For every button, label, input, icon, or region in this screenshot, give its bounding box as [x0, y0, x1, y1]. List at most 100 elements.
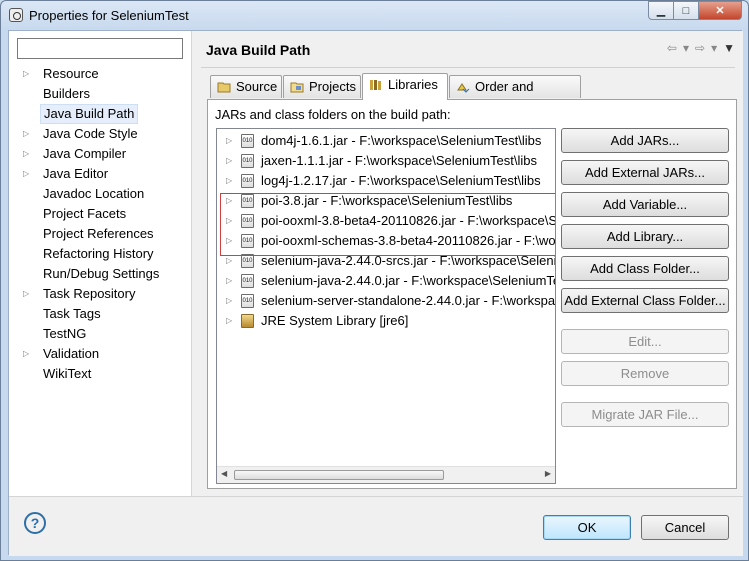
- maximize-button[interactable]: □: [674, 1, 699, 20]
- dialog-body: ▷ Resource Builders Java Build Path ▷ Java Co…: [8, 30, 743, 556]
- help-icon[interactable]: ?: [24, 512, 46, 534]
- back-menu-chevron-icon[interactable]: ▾: [683, 41, 689, 55]
- build-path-entry[interactable]: ▷ 010 selenium-server-standalone-2.44.0.ja…: [217, 291, 556, 311]
- nav-item-label: Javadoc Location: [43, 186, 145, 201]
- settings-icon: [9, 8, 23, 22]
- nav-item-label: Java Code Style: [43, 126, 138, 141]
- build-path-caption: JARs and class folders on the build path…: [215, 107, 451, 122]
- nav-item-label: Task Tags: [43, 306, 101, 321]
- page-navigation: ⇦ ▾ ⇨ ▾ ▼: [667, 41, 735, 55]
- action-button[interactable]: Add Class Folder...: [561, 256, 729, 281]
- action-button[interactable]: Add JARs...: [561, 128, 729, 153]
- expand-arrow-icon[interactable]: ▷: [226, 171, 232, 191]
- tab-libraries-label: Libraries: [388, 77, 438, 92]
- minimize-button[interactable]: ▁: [648, 1, 674, 20]
- back-arrow-icon[interactable]: ⇦: [667, 41, 677, 55]
- cancel-button[interactable]: Cancel: [641, 515, 729, 540]
- build-path-entry[interactable]: ▷ 010 log4j-1.2.17.jar - F:\workspace\Sele…: [217, 171, 555, 191]
- tab-source[interactable]: Source: [210, 75, 282, 98]
- expand-arrow-icon[interactable]: ▷: [226, 291, 232, 311]
- libraries-icon: [370, 80, 381, 90]
- window-title: Properties for SeleniumTest: [29, 8, 189, 23]
- library-icon: [241, 314, 254, 328]
- entry-label: selenium-java-2.44.0.jar - F:\workspace\…: [261, 273, 555, 288]
- tab-projects[interactable]: Projects: [283, 75, 361, 98]
- horizontal-scrollbar[interactable]: ◀ ▶: [217, 466, 555, 483]
- nav-item-label: Project Facets: [43, 206, 127, 221]
- action-button[interactable]: Add Library...: [561, 224, 729, 249]
- nav-item-label: Task Repository: [43, 286, 136, 301]
- entry-label: log4j-1.2.17.jar - F:\workspace\Selenium…: [261, 173, 541, 188]
- action-button[interactable]: Add External Class Folder...: [561, 288, 729, 313]
- page-title: Java Build Path: [206, 42, 311, 58]
- build-path-entry[interactable]: ▷ JRE System Library [jre6]: [217, 311, 555, 331]
- expand-arrow-icon[interactable]: ▷: [226, 271, 232, 291]
- entry-label: JRE System Library [jre6]: [261, 313, 409, 328]
- projects-icon: [290, 82, 304, 93]
- scroll-left-icon[interactable]: ◀: [221, 469, 227, 478]
- nav-item-label: Java Build Path: [40, 104, 139, 124]
- nav-item-label: WikiText: [43, 366, 92, 381]
- nav-item-label: TestNG: [43, 326, 87, 341]
- expand-arrow-icon[interactable]: ▷: [226, 151, 232, 171]
- build-path-list[interactable]: ▷ 010 dom4j-1.6.1.jar - F:\workspace\Selen…: [216, 128, 556, 484]
- close-button[interactable]: ✕: [699, 1, 742, 20]
- entry-label: dom4j-1.6.1.jar - F:\workspace\SeleniumT…: [261, 133, 542, 148]
- jar-icon: 010: [241, 154, 254, 168]
- entry-label: selenium-server-standalone-2.44.0.jar - …: [261, 293, 556, 308]
- jar-icon: 010: [241, 134, 254, 148]
- expand-arrow-icon[interactable]: ▷: [23, 64, 33, 84]
- nav-item-label: Java Editor: [43, 166, 109, 181]
- expand-arrow-icon[interactable]: ▷: [23, 344, 33, 364]
- nav-item-label: Builders: [43, 86, 90, 101]
- tab-source-label: Source: [236, 79, 278, 94]
- tab-libraries[interactable]: Libraries: [362, 73, 448, 100]
- scrollbar-thumb[interactable]: [234, 470, 444, 480]
- nav-item-label: Validation: [43, 346, 100, 361]
- nav-item-label: Java Compiler: [43, 146, 127, 161]
- jar-icon: 010: [241, 254, 254, 268]
- nav-pane: ▷ Resource Builders Java Build Path ▷ Java Co…: [9, 31, 192, 496]
- forward-arrow-icon[interactable]: ⇨: [695, 41, 705, 55]
- scroll-right-icon[interactable]: ▶: [545, 469, 551, 478]
- nav-item-label: Project References: [43, 226, 154, 241]
- close-icon: ✕: [715, 5, 725, 17]
- tab-order-and-export[interactable]: Order and Export: [449, 75, 581, 116]
- jar-icon: 010: [241, 294, 254, 308]
- expand-arrow-icon[interactable]: ▷: [23, 164, 33, 184]
- order-export-icon: [457, 83, 470, 93]
- jar-icon: 010: [241, 274, 254, 288]
- property-page: Java Build Path ⇦ ▾ ⇨ ▾ ▼ Source Project…: [193, 31, 743, 496]
- expand-arrow-icon[interactable]: ▷: [23, 284, 33, 304]
- view-menu-chevron-icon[interactable]: ▼: [723, 41, 735, 55]
- tab-projects-label: Projects: [309, 79, 356, 94]
- minimize-icon: ▁: [656, 5, 666, 17]
- action-button[interactable]: Add Variable...: [561, 192, 729, 217]
- maximize-icon: □: [682, 4, 690, 17]
- filter-input[interactable]: [17, 38, 183, 59]
- action-button[interactable]: Add External JARs...: [561, 160, 729, 185]
- nav-item-label: Run/Debug Settings: [43, 266, 160, 281]
- title-separator: [201, 67, 735, 68]
- expand-arrow-icon[interactable]: ▷: [23, 124, 33, 144]
- ok-button[interactable]: OK: [543, 515, 631, 540]
- entry-label: jaxen-1.1.1.jar - F:\workspace\SeleniumT…: [261, 153, 538, 168]
- build-path-entry[interactable]: ▷ 010 jaxen-1.1.1.jar - F:\workspace\Selen…: [217, 151, 555, 171]
- title-bar[interactable]: Properties for SeleniumTest ▁ □ ✕: [1, 1, 748, 29]
- forward-menu-chevron-icon[interactable]: ▾: [711, 41, 717, 55]
- expand-arrow-icon[interactable]: ▷: [23, 144, 33, 164]
- action-button[interactable]: Edit...: [561, 329, 729, 354]
- action-button[interactable]: Migrate JAR File...: [561, 402, 729, 427]
- dialog-footer: ? OK Cancel: [9, 496, 743, 556]
- source-folder-icon: [217, 82, 231, 93]
- libraries-tab-content: JARs and class folders on the build path…: [207, 99, 737, 489]
- nav-item-label: Resource: [43, 66, 99, 81]
- poi-selection-highlight: [220, 193, 555, 256]
- expand-arrow-icon[interactable]: ▷: [226, 311, 232, 331]
- properties-dialog: Properties for SeleniumTest ▁ □ ✕ ▷ Resou…: [0, 0, 749, 561]
- action-button[interactable]: Remove: [561, 361, 729, 386]
- build-path-entry[interactable]: ▷ 010 dom4j-1.6.1.jar - F:\workspace\Selen…: [217, 131, 555, 151]
- jar-icon: 010: [241, 174, 254, 188]
- build-path-entry[interactable]: ▷ 010 selenium-java-2.44.0.jar - F:\worksp…: [217, 271, 555, 291]
- expand-arrow-icon[interactable]: ▷: [226, 131, 232, 151]
